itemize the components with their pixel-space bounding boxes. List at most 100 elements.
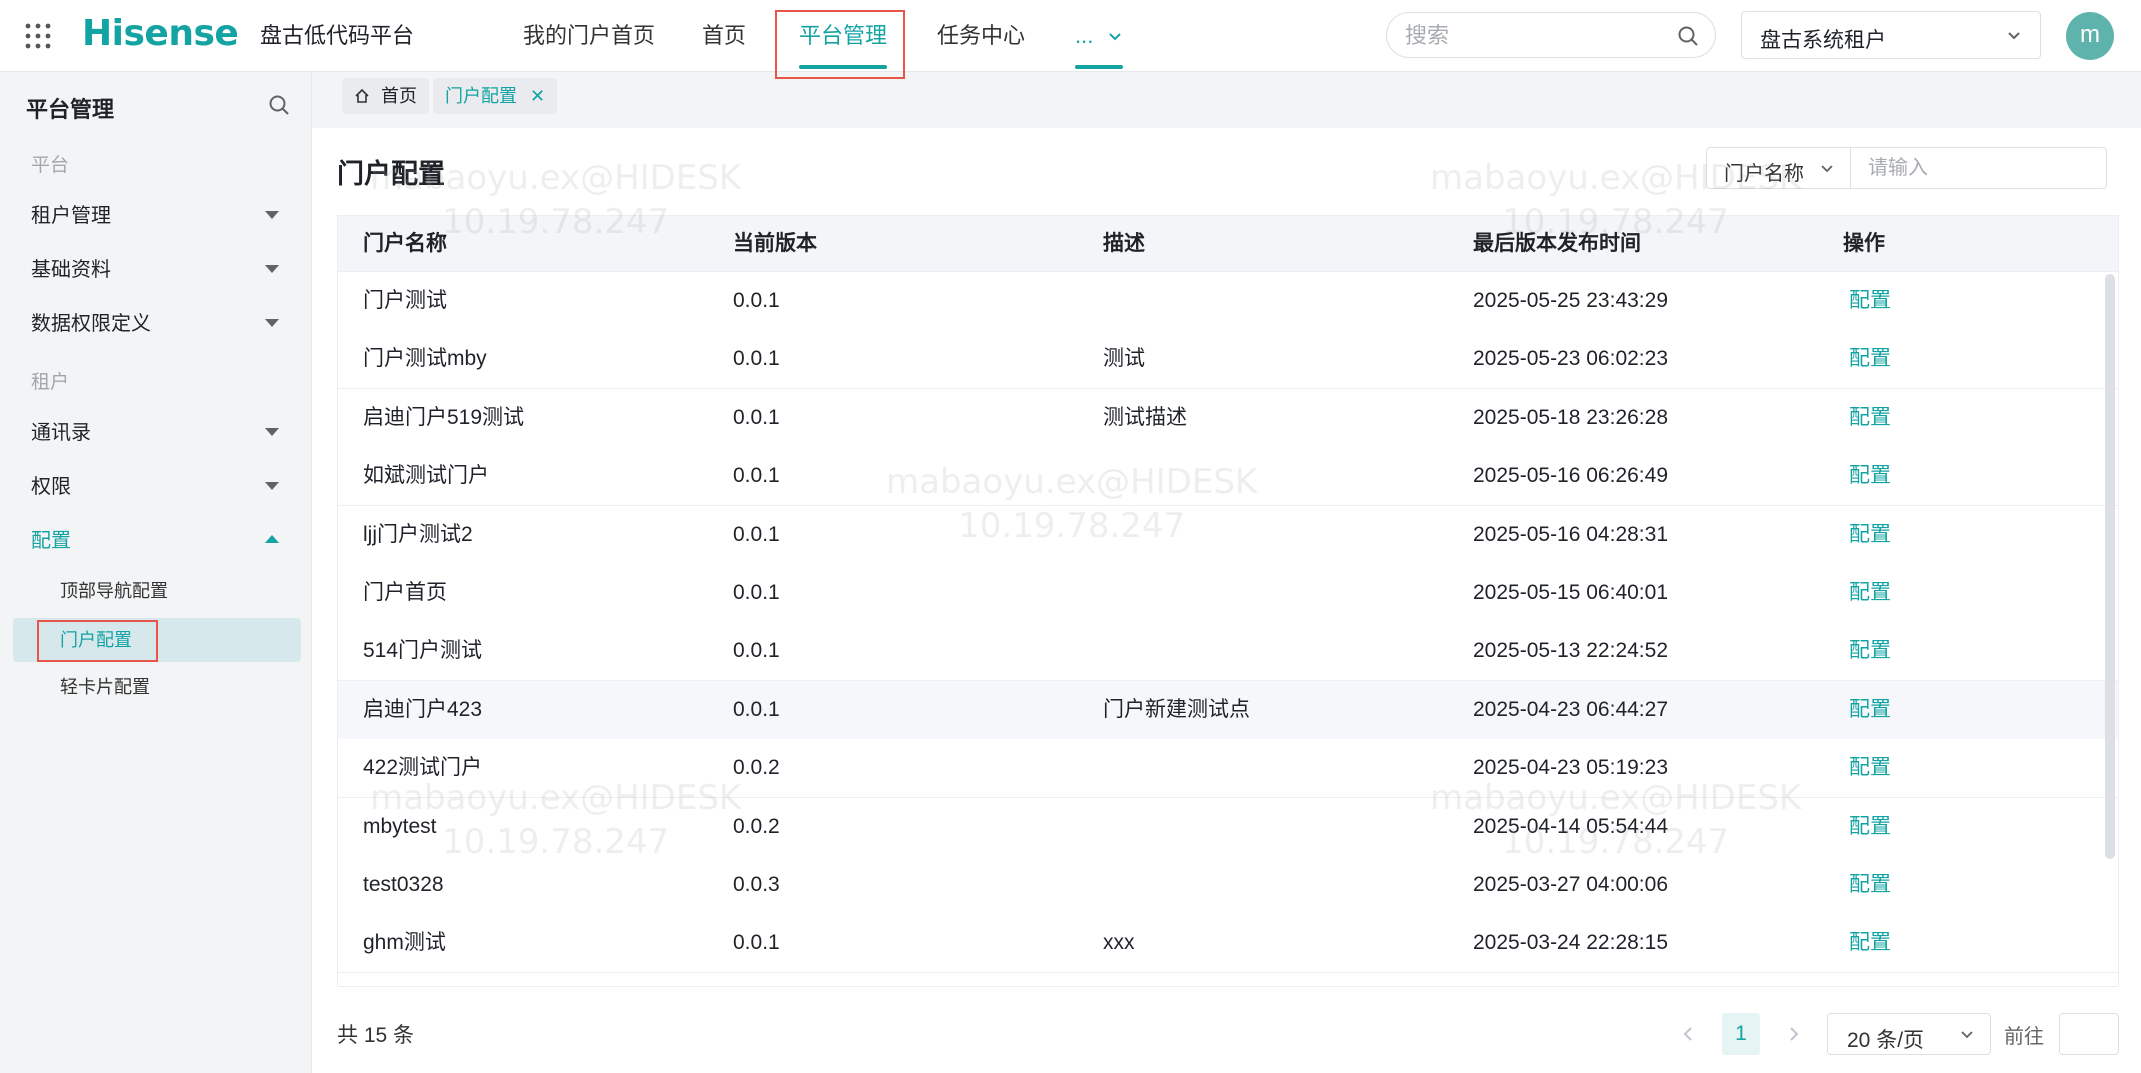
cell-version: 0.0.1 xyxy=(733,347,780,371)
sidebar-item-label: 权限 xyxy=(31,476,71,498)
portal-table: 门户名称 当前版本 描述 最后版本发布时间 操作 门户测试 0.0.1 2025-0… xyxy=(337,215,2119,987)
chevron-down-icon xyxy=(1961,1031,1973,1039)
sidebar: 平台管理 平台 租户管理 基础资料 数据权限定义 租户 通讯录 权限 配置 顶部… xyxy=(0,72,312,1073)
tenant-select[interactable]: 盘古系统租户 xyxy=(1741,11,2041,59)
table-row: 启迪门户519测试 0.0.1 测试描述 2025-05-18 23:26:28 配置 xyxy=(338,388,2118,448)
tab-home[interactable]: 首页 xyxy=(342,78,430,114)
nav-more[interactable]: ... xyxy=(1075,0,1124,72)
cell-portal-name: 门户测试mby xyxy=(363,347,487,371)
table-row: ljj门户测试2 0.0.1 2025-05-16 04:28:31 配置 xyxy=(338,505,2118,565)
table-row: test0328 0.0.3 2025-03-27 04:00:06 配置 xyxy=(338,856,2118,915)
caret-down-icon xyxy=(265,482,279,490)
page-size-select[interactable]: 20 条/页 xyxy=(1827,1013,1991,1055)
cell-version: 0.0.1 xyxy=(733,931,780,955)
config-link[interactable]: 配置 xyxy=(1849,622,1891,680)
sidebar-group-platform: 平台 xyxy=(31,155,70,176)
sidebar-item-label: 配置 xyxy=(31,530,71,552)
header-publish-time: 最后版本发布时间 xyxy=(1473,232,1641,255)
cell-portal-name: 422测试门户 xyxy=(363,756,483,780)
cell-portal-name: mbytest xyxy=(363,814,437,838)
caret-down-icon xyxy=(265,211,279,219)
sidebar-item-config[interactable]: 配置 xyxy=(31,521,289,561)
user-avatar[interactable]: m xyxy=(2066,12,2114,60)
cell-version: 0.0.1 xyxy=(733,697,780,721)
header-operation: 操作 xyxy=(1843,232,1885,255)
config-link[interactable]: 配置 xyxy=(1849,447,1891,505)
config-link[interactable]: 配置 xyxy=(1849,564,1891,622)
config-link[interactable]: 配置 xyxy=(1849,272,1891,330)
page-title: 门户配置 xyxy=(337,159,445,189)
config-link[interactable]: 配置 xyxy=(1849,914,1891,972)
cell-portal-name: ljj门户测试2 xyxy=(363,522,473,546)
tab-portal-config[interactable]: 门户配置 ✕ xyxy=(433,78,558,114)
sidebar-title: 平台管理 xyxy=(26,97,115,122)
goto-page-input[interactable] xyxy=(2059,1013,2119,1055)
table-scrollbar[interactable] xyxy=(2105,274,2115,859)
pagination-page-current[interactable]: 1 xyxy=(1722,1013,1760,1055)
sidebar-item-label: 租户管理 xyxy=(31,205,111,227)
cell-version: 0.0.3 xyxy=(733,873,780,896)
nav-task-center[interactable]: 任务中心 xyxy=(937,0,1025,72)
config-link[interactable]: 配置 xyxy=(1849,330,1891,388)
table-row: 门户首页 0.0.1 2025-05-15 06:40:01 配置 xyxy=(338,564,2118,623)
cell-version: 0.0.1 xyxy=(733,289,780,312)
sidebar-sub-portal-config[interactable]: 门户配置 xyxy=(60,620,132,660)
config-link[interactable]: 配置 xyxy=(1849,739,1891,797)
apps-grid-icon[interactable] xyxy=(24,22,52,50)
sidebar-sub-topnav-config[interactable]: 顶部导航配置 xyxy=(60,571,168,611)
sidebar-item-permission[interactable]: 权限 xyxy=(31,467,289,507)
cell-version: 0.0.1 xyxy=(733,581,780,604)
sidebar-group-tenant: 租户 xyxy=(31,372,70,393)
sidebar-item-base-data[interactable]: 基础资料 xyxy=(31,250,289,290)
sidebar-sub-card-config[interactable]: 轻卡片配置 xyxy=(60,667,150,707)
global-search-input[interactable] xyxy=(1405,21,1665,51)
caret-down-icon xyxy=(265,428,279,436)
table-header: 门户名称 当前版本 描述 最后版本发布时间 操作 xyxy=(338,216,2118,272)
nav-active-underline xyxy=(799,65,888,69)
cell-publish-time: 2025-03-24 22:28:15 xyxy=(1473,931,1668,955)
cell-publish-time: 2025-05-25 23:43:29 xyxy=(1473,289,1668,312)
config-link[interactable]: 配置 xyxy=(1849,798,1891,856)
brand-logo[interactable]: Hisense xyxy=(82,12,239,56)
top-bar: Hisense 盘古低代码平台 我的门户首页 首页 平台管理 任务中心 ... … xyxy=(0,0,2141,79)
close-icon[interactable]: ✕ xyxy=(530,78,545,114)
global-search xyxy=(1386,12,1716,58)
cell-portal-name: test0328 xyxy=(363,873,444,896)
filter-field-value: 门户名称 xyxy=(1724,163,1804,185)
filter-input[interactable] xyxy=(1850,147,2107,189)
search-icon[interactable] xyxy=(268,94,290,116)
cell-version: 0.0.2 xyxy=(733,814,780,838)
sidebar-item-tenant-management[interactable]: 租户管理 xyxy=(31,196,289,236)
pagination-total: 共 15 条 xyxy=(337,1024,415,1047)
cell-portal-name: 514门户测试 xyxy=(363,639,483,663)
home-icon xyxy=(355,88,369,103)
chevron-right-icon[interactable] xyxy=(1780,1018,1808,1050)
cell-publish-time: 2025-05-16 06:26:49 xyxy=(1473,464,1668,488)
sidebar-active-bg xyxy=(13,618,301,662)
header-description: 描述 xyxy=(1103,232,1145,255)
nav-platform-management-label: 平台管理 xyxy=(799,23,888,48)
nav-my-portal-home[interactable]: 我的门户首页 xyxy=(523,0,655,72)
config-link[interactable]: 配置 xyxy=(1849,856,1891,914)
filter-field-select[interactable]: 门户名称 xyxy=(1706,147,1850,189)
sidebar-item-label: 数据权限定义 xyxy=(31,313,151,335)
header-version: 当前版本 xyxy=(733,232,817,255)
search-icon[interactable] xyxy=(1677,25,1699,47)
config-link[interactable]: 配置 xyxy=(1849,389,1891,447)
nav-platform-management[interactable]: 平台管理 xyxy=(799,0,888,72)
chevron-left-icon[interactable] xyxy=(1674,1018,1702,1050)
table-row: ghm测试 0.0.1 xxx 2025-03-24 22:28:15 配置 xyxy=(338,914,2118,974)
table-row: 门户测试mby 0.0.1 测试 2025-05-23 06:02:23 配置 xyxy=(338,330,2118,390)
table-row: 启迪门户423 0.0.1 门户新建测试点 2025-04-23 06:44:27 配置 xyxy=(338,680,2118,740)
sidebar-item-data-permission[interactable]: 数据权限定义 xyxy=(31,304,289,344)
sidebar-item-contacts[interactable]: 通讯录 xyxy=(31,413,289,453)
caret-up-icon xyxy=(265,535,279,543)
cell-portal-name: 如斌测试门户 xyxy=(363,464,489,488)
config-link[interactable]: 配置 xyxy=(1849,681,1891,739)
cell-publish-time: 2025-05-13 22:24:52 xyxy=(1473,639,1668,663)
cell-publish-time: 2025-04-23 05:19:23 xyxy=(1473,756,1668,780)
cell-version: 0.0.1 xyxy=(733,639,780,663)
config-link[interactable]: 配置 xyxy=(1849,506,1891,564)
table-row: mbytest 0.0.2 2025-04-14 05:54:44 配置 xyxy=(338,797,2118,857)
nav-home[interactable]: 首页 xyxy=(702,0,746,72)
